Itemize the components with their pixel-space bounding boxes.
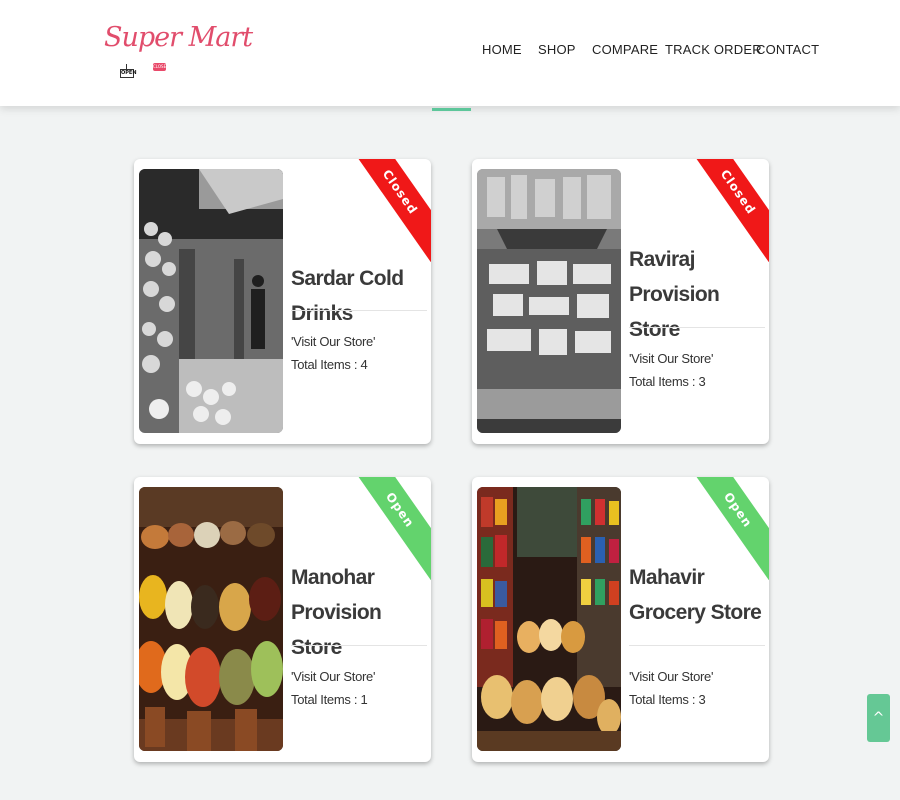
store-card[interactable]: Raviraj Provision Store 'Visit Our Store… [472,159,769,444]
nav-contact[interactable]: CONTACT [756,42,819,57]
divider [629,327,765,328]
store-card[interactable]: Sardar Cold Drinks 'Visit Our Store' Tot… [134,159,431,444]
nav-shop[interactable]: SHOP [538,42,576,57]
divider [291,645,427,646]
nav-compare[interactable]: COMPARE [592,42,658,57]
total-items: Total Items : 4 [291,357,368,372]
logo-text: Super Mart [104,22,253,53]
section-accent-line [432,108,471,111]
store-photo [477,487,621,751]
store-name[interactable]: Sardar Cold Drinks [291,261,427,331]
status-ribbon: Closed [344,159,431,263]
store-name[interactable]: Manohar Provision Store [291,560,427,665]
scroll-to-top-button[interactable]: ^ [867,694,890,742]
grocery-shelves-photo-icon [477,487,621,751]
open-sign-icon: OPEN [120,64,137,79]
visit-store-link[interactable]: 'Visit Our Store' [291,330,375,353]
total-items: Total Items : 3 [629,374,706,389]
total-items: Total Items : 3 [629,692,706,707]
store-card[interactable]: Mahavir Grocery Store 'Visit Our Store' … [472,477,769,762]
close-tag-icon: CLOSE [153,63,167,71]
site-header: Super Mart OPEN CLOSE HOME SHOP COMPARE … [0,0,900,106]
divider [629,645,765,646]
visit-store-link[interactable]: 'Visit Our Store' [291,665,375,688]
store-photo [139,487,283,751]
visit-store-link[interactable]: 'Visit Our Store' [629,665,713,688]
total-items: Total Items : 1 [291,692,368,707]
store-photo [139,169,283,433]
divider [291,310,427,311]
supermart-logo[interactable]: Super Mart OPEN CLOSE [100,18,253,82]
grocery-counter-photo-icon [477,169,621,433]
store-name[interactable]: Raviraj Provision Store [629,242,765,347]
nav-home[interactable]: HOME [482,42,522,57]
store-name[interactable]: Mahavir Grocery Store [629,560,765,630]
store-photo [477,169,621,433]
spice-bags-photo-icon [139,487,283,751]
visit-store-link[interactable]: 'Visit Our Store' [629,347,713,370]
store-card[interactable]: Manohar Provision Store 'Visit Our Store… [134,477,431,762]
market-stall-photo-icon [139,169,283,433]
nav-track-order[interactable]: TRACK ORDER [665,42,762,57]
